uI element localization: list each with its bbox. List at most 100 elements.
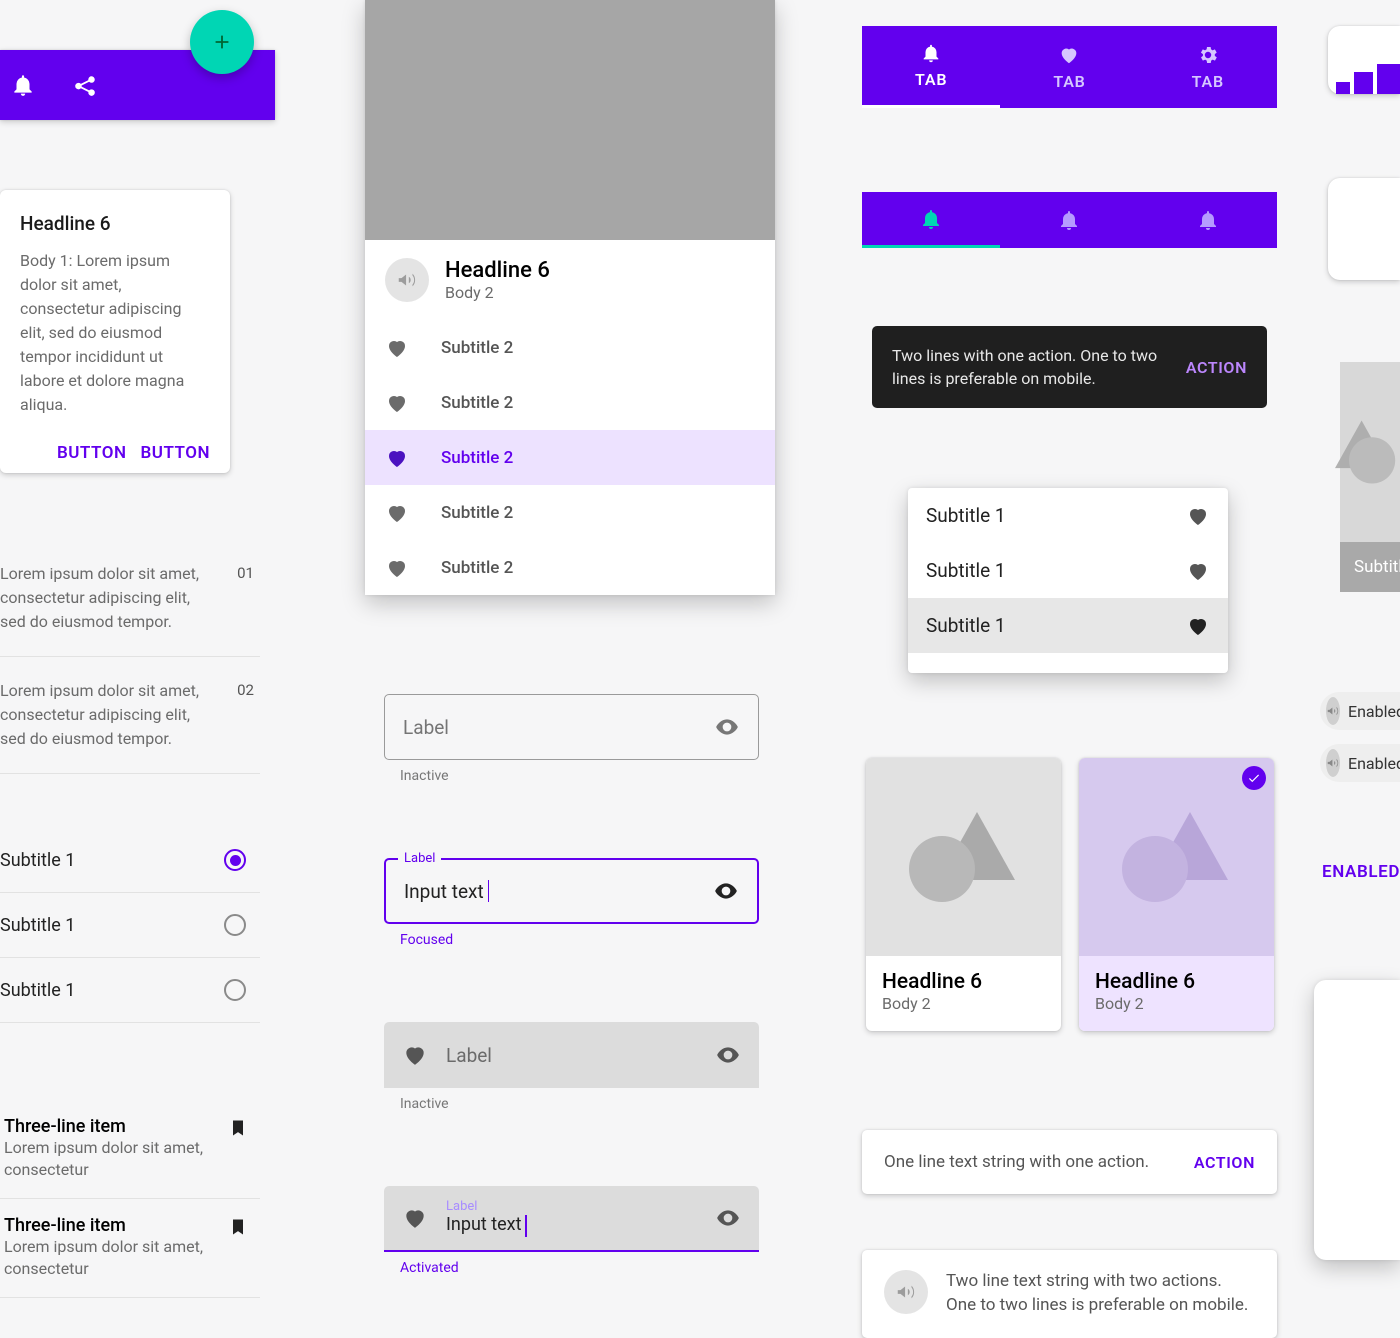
text-cursor (525, 1215, 527, 1237)
radio-icon[interactable] (224, 979, 246, 1001)
card-media (866, 758, 1061, 956)
radio-row[interactable]: Subtitle 1 (0, 893, 260, 958)
card-headline: Headline 6 (882, 970, 1045, 994)
card-headline: Headline 6 (20, 212, 210, 235)
text-input[interactable] (384, 694, 759, 760)
snackbar-text: Two lines with one action. One to two li… (892, 344, 1168, 390)
snackbar-action[interactable]: ACTION (1186, 358, 1247, 377)
tab[interactable]: TAB (862, 26, 1000, 108)
chip-avatar-icon (1326, 697, 1340, 725)
list-item[interactable]: Lorem ipsum dolor sit amet, consectetur … (0, 540, 260, 657)
check-icon (1242, 766, 1266, 790)
item-title: Three-line item (4, 1215, 228, 1236)
eye-icon[interactable] (715, 1042, 741, 1068)
textfield-outlined-focused: Label Input text Focused (384, 858, 759, 948)
list-item[interactable]: Subtitle 2 (365, 375, 775, 430)
item-title: Three-line item (4, 1116, 228, 1137)
heart-icon (402, 1042, 428, 1068)
item-body: Lorem ipsum dolor sit amet, consectetur (4, 1237, 203, 1278)
tab[interactable] (1139, 192, 1277, 248)
helper-text: Inactive (400, 1096, 759, 1112)
list-item[interactable]: Subtitle 2 (365, 540, 775, 595)
chip-group: Enabled Enabled (1320, 692, 1400, 782)
floating-label: Label (398, 851, 441, 866)
media-card: Headline 6 Body 2 Subtitle 2 Subtitle 2 … (365, 0, 775, 595)
bell-icon[interactable] (10, 72, 36, 98)
menu-label: Subtitle 1 (926, 559, 1006, 582)
tab[interactable] (1000, 192, 1138, 248)
bookmark-icon[interactable] (228, 1116, 248, 1182)
snackbar-light: One line text string with one action. AC… (862, 1130, 1277, 1194)
list-item-selected[interactable]: Subtitle 2 (365, 430, 775, 485)
grid-card-selected[interactable]: Headline 6Body 2 (1079, 758, 1274, 1031)
tab[interactable]: TAB (1139, 26, 1277, 108)
menu-item[interactable]: Subtitle 1 (908, 543, 1228, 598)
bookmark-icon[interactable] (228, 1215, 248, 1281)
list-item[interactable]: Three-line item Lorem ipsum dolor sit am… (0, 1199, 260, 1298)
card-body: Body 1: Lorem ipsum dolor sit amet, cons… (20, 249, 210, 417)
menu-item[interactable]: Subtitle 1 (908, 488, 1228, 543)
tab[interactable]: TAB (1000, 26, 1138, 108)
item-body: Lorem ipsum dolor sit amet, consectetur (4, 1138, 203, 1179)
three-line-list: Three-line item Lorem ipsum dolor sit am… (0, 1100, 260, 1298)
textfield-filled-inactive: Label Inactive (384, 1022, 759, 1112)
input-value: Input text (446, 1214, 521, 1235)
card-button-1[interactable]: BUTTON (57, 443, 127, 463)
avatar (385, 258, 429, 302)
list-item[interactable]: Subtitle 2 (365, 320, 775, 375)
eye-icon[interactable] (714, 714, 740, 740)
radio-label: Subtitle 1 (0, 980, 75, 1001)
image-tile[interactable]: Subtitle (1340, 362, 1400, 592)
radio-list: Subtitle 1 Subtitle 1 Subtitle 1 (0, 828, 260, 1023)
eye-icon[interactable] (713, 878, 739, 904)
card-media (365, 0, 775, 240)
list-item[interactable]: Lorem ipsum dolor sit amet, consectetur … (0, 657, 260, 774)
dropdown-menu: Subtitle 1 Subtitle 1 Subtitle 1 (908, 488, 1228, 673)
banner: Two line text string with two actions. O… (862, 1250, 1277, 1338)
tab[interactable] (862, 192, 1000, 248)
chip[interactable]: Enabled (1320, 692, 1400, 730)
radio-icon[interactable] (224, 914, 246, 936)
card-headline: Headline 6 (445, 258, 550, 283)
radio-row[interactable]: Subtitle 1 (0, 828, 260, 893)
menu-item-selected[interactable]: Subtitle 1 (908, 598, 1228, 653)
tab-label: TAB (1053, 72, 1085, 91)
text-input[interactable]: Label Input text (384, 858, 759, 924)
card-subtitle: Body 2 (445, 283, 494, 302)
textfield-outlined-inactive: Inactive (384, 694, 759, 784)
list-item-text: Lorem ipsum dolor sit amet, consectetur … (0, 679, 208, 751)
floating-label: Label (446, 1199, 697, 1214)
chip-label: Enabled (1348, 702, 1400, 721)
helper-text: Focused (400, 932, 759, 948)
list-item-number: 02 (208, 679, 254, 751)
card-button-2[interactable]: BUTTON (140, 443, 210, 463)
share-icon[interactable] (72, 72, 98, 98)
item-label: Subtitle 2 (441, 558, 513, 578)
heart-icon (402, 1205, 428, 1231)
tab-label: TAB (1192, 72, 1224, 91)
grid-cards: Headline 6Body 2 Headline 6Body 2 (866, 758, 1274, 1031)
grid-card[interactable]: Headline 6Body 2 (866, 758, 1061, 1031)
list-item[interactable]: Subtitle 2 (365, 485, 775, 540)
tab-label: TAB (915, 70, 947, 89)
tile-caption: Subtitle (1340, 542, 1400, 592)
chip[interactable]: Enabled (1320, 744, 1400, 782)
helper-text: Activated (400, 1260, 759, 1276)
radio-icon[interactable] (224, 849, 246, 871)
fab-add[interactable] (190, 10, 254, 74)
snackbar-text: One line text string with one action. (884, 1152, 1194, 1172)
input[interactable] (403, 716, 714, 739)
text-cursor (488, 880, 490, 902)
tab-bar-labeled: TAB TAB TAB (862, 26, 1277, 108)
text-input[interactable]: Label (384, 1022, 759, 1088)
text-input[interactable]: Label Input text (384, 1186, 759, 1252)
list-item[interactable]: Three-line item Lorem ipsum dolor sit am… (0, 1100, 260, 1199)
radio-row[interactable]: Subtitle 1 (0, 958, 260, 1023)
banner-text: Two line text string with two actions. O… (946, 1270, 1255, 1318)
menu-label: Subtitle 1 (926, 614, 1006, 637)
eye-icon[interactable] (715, 1205, 741, 1231)
snackbar-action[interactable]: ACTION (1194, 1153, 1255, 1172)
numbered-list: Lorem ipsum dolor sit amet, consectetur … (0, 540, 260, 774)
text-button[interactable]: ENABLED (1322, 862, 1400, 882)
tab-bar-icons (862, 192, 1277, 248)
